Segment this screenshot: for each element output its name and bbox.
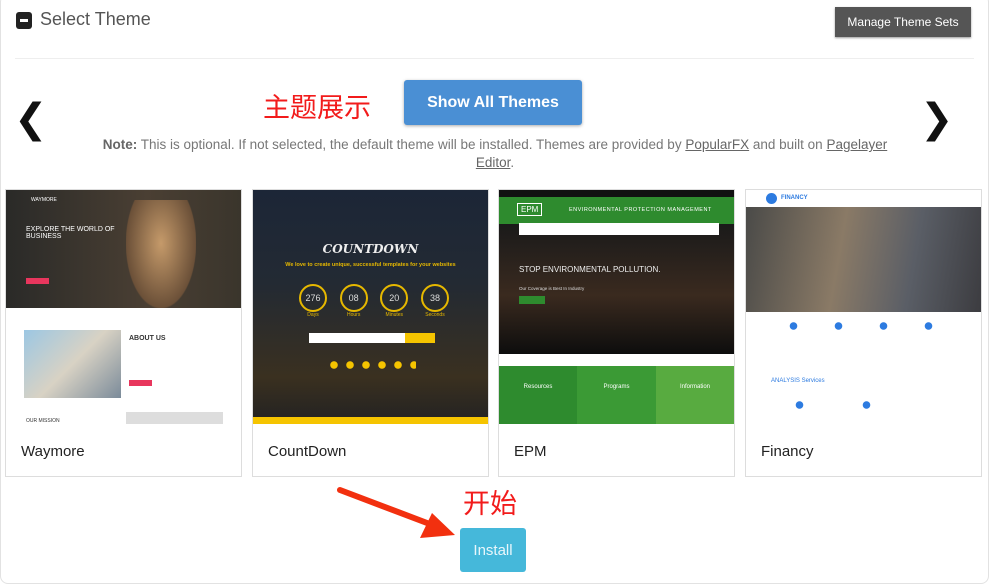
- note-end: .: [510, 155, 515, 170]
- red-arrow-icon: [337, 487, 455, 538]
- preview-section: ABOUT US: [129, 335, 166, 342]
- theme-preview[interactable]: EPM ENVIRONMENTAL PROTECTION MANAGEMENT …: [499, 190, 734, 424]
- theme-preview[interactable]: FINANCY ANALYSIS Services: [746, 190, 981, 424]
- theme-name: Waymore: [21, 443, 85, 460]
- chevron-left-icon[interactable]: ❮: [14, 97, 48, 141]
- annotation-theme-display: 主题展示: [263, 93, 371, 124]
- theme-name: Financy: [761, 443, 814, 460]
- preview-section2: OUR MISSION: [26, 418, 60, 424]
- chevron-right-icon[interactable]: ❯: [920, 97, 954, 141]
- theme-card-waymore[interactable]: WAYMORE EXPLORE THE WORLD OF BUSINESS AB…: [5, 189, 242, 477]
- preview-col: Resources: [499, 366, 577, 424]
- preview-counters: 276 Days 08 Hours 20 Minutes 38 Seconds: [299, 284, 449, 318]
- preview-col: Information: [656, 366, 734, 424]
- preview-services: ANALYSIS Services: [771, 378, 825, 384]
- theme-name: EPM: [514, 443, 547, 460]
- preview-logo: WAYMORE: [31, 197, 57, 203]
- preview-headline: EXPLORE THE WORLD OF BUSINESS: [26, 226, 115, 240]
- show-all-themes-button[interactable]: Show All Themes: [404, 80, 582, 125]
- note-label: Note:: [102, 137, 138, 152]
- preview-banner: ENVIRONMENTAL PROTECTION MANAGEMENT: [569, 207, 712, 213]
- theme-card-epm[interactable]: EPM ENVIRONMENTAL PROTECTION MANAGEMENT …: [498, 189, 735, 477]
- preview-logo: FINANCY: [781, 195, 808, 201]
- preview-logo: EPM: [517, 203, 543, 216]
- annotation-start: 开始: [463, 489, 517, 520]
- note-text: Note: This is optional. If not selected,…: [100, 136, 890, 172]
- preview-sub: Our Coverage is Best In Industry: [519, 286, 585, 291]
- install-button[interactable]: Install: [460, 528, 526, 572]
- note-mid: and built on: [749, 137, 827, 152]
- preview-title: COUNTDOWN: [322, 242, 419, 256]
- theme-preview[interactable]: COUNTDOWN We love to create unique, succ…: [253, 190, 488, 424]
- note-body: This is optional. If not selected, the d…: [137, 137, 686, 152]
- theme-name: CountDown: [268, 443, 347, 460]
- preview-col: Programs: [577, 366, 656, 424]
- preview-tagline: We love to create unique, successful tem…: [285, 262, 456, 268]
- manage-theme-sets-button[interactable]: Manage Theme Sets: [835, 7, 971, 37]
- theme-preview[interactable]: WAYMORE EXPLORE THE WORLD OF BUSINESS AB…: [6, 190, 241, 424]
- theme-card-countdown[interactable]: COUNTDOWN We love to create unique, succ…: [252, 189, 489, 477]
- panel-title: Select Theme: [40, 9, 151, 29]
- preview-headline: STOP ENVIRONMENTAL POLLUTION.: [519, 265, 661, 274]
- minus-square-icon[interactable]: [16, 12, 32, 29]
- theme-card-financy[interactable]: FINANCY ANALYSIS Services Financy: [745, 189, 982, 477]
- popularfx-link[interactable]: PopularFX: [685, 137, 749, 152]
- divider: [15, 58, 974, 59]
